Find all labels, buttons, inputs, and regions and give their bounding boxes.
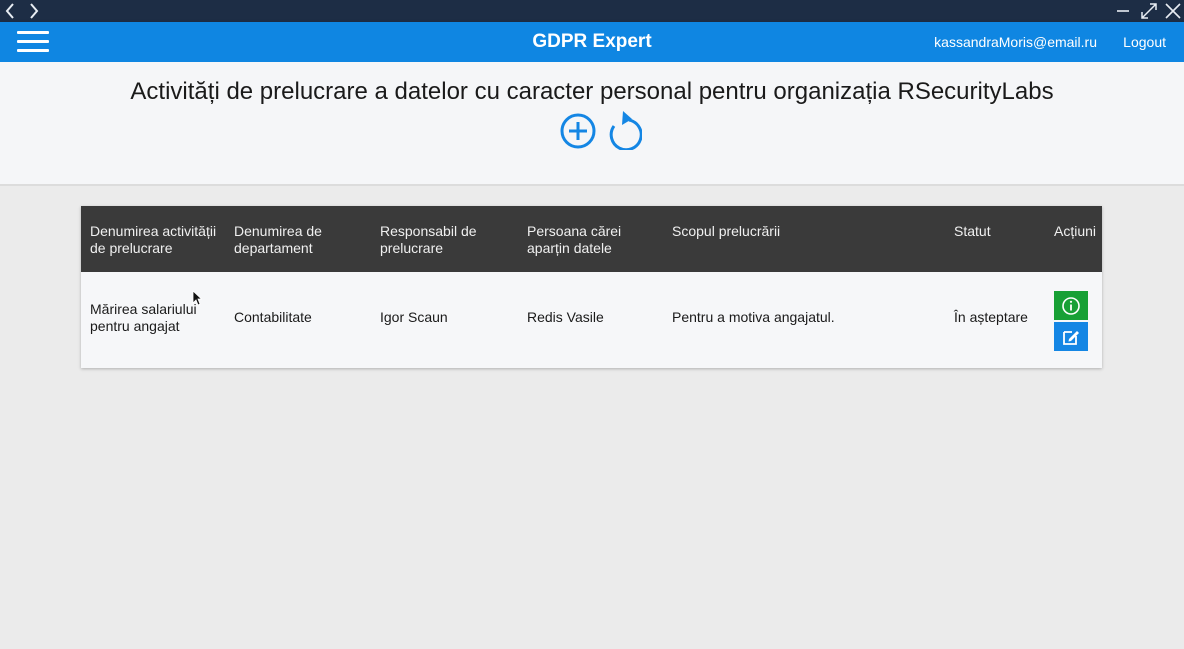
refresh-icon[interactable] [605,110,643,152]
column-header-activity: Denumirea activității de prelucrare [90,223,217,256]
edit-button[interactable] [1054,322,1088,351]
table-row[interactable]: Mărirea salariului pentru angajat Contab… [81,272,1102,368]
info-button[interactable] [1054,291,1088,320]
minimize-icon[interactable] [1112,0,1134,22]
column-header-department: Denumirea de departament [234,223,322,256]
app-header: GDPR Expert kassandraMoris@email.ru Logo… [0,22,1184,62]
column-header-responsible: Responsabil de prelucrare [380,223,477,256]
mouse-cursor-icon [192,290,203,311]
column-header-actions: Acțiuni [1054,223,1097,239]
chevron-left-icon[interactable] [2,0,18,22]
cell-status: În așteptare [954,309,1028,325]
cell-purpose: Pentru a motiva angajatul. [672,309,835,325]
chevron-right-icon[interactable] [26,0,42,22]
maximize-icon[interactable] [1138,0,1160,22]
activities-table: Denumirea activității de prelucrare Denu… [81,206,1102,368]
info-icon [1062,296,1080,315]
column-header-purpose: Scopul prelucrării [672,223,781,239]
cell-department: Contabilitate [234,309,312,325]
page-header-section: Activități de prelucrare a datelor cu ca… [0,62,1184,186]
cell-person: Redis Vasile [527,309,604,325]
page-actions [560,110,643,152]
hamburger-menu-icon[interactable] [17,30,49,54]
page-title: Activități de prelucrare a datelor cu ca… [130,78,1054,105]
window-titlebar [0,0,1184,22]
user-email: kassandraMoris@email.ru [934,34,1097,50]
column-header-person: Persoana cărei aparțin datele [527,223,622,256]
cell-responsible: Igor Scaun [380,309,448,325]
table-header: Denumirea activității de prelucrare Denu… [81,206,1102,272]
edit-icon [1063,330,1079,345]
close-icon[interactable] [1162,0,1184,22]
column-header-status: Statut [954,223,991,239]
plus-circle-icon[interactable] [560,110,597,150]
logout-button[interactable]: Logout [1123,22,1166,62]
